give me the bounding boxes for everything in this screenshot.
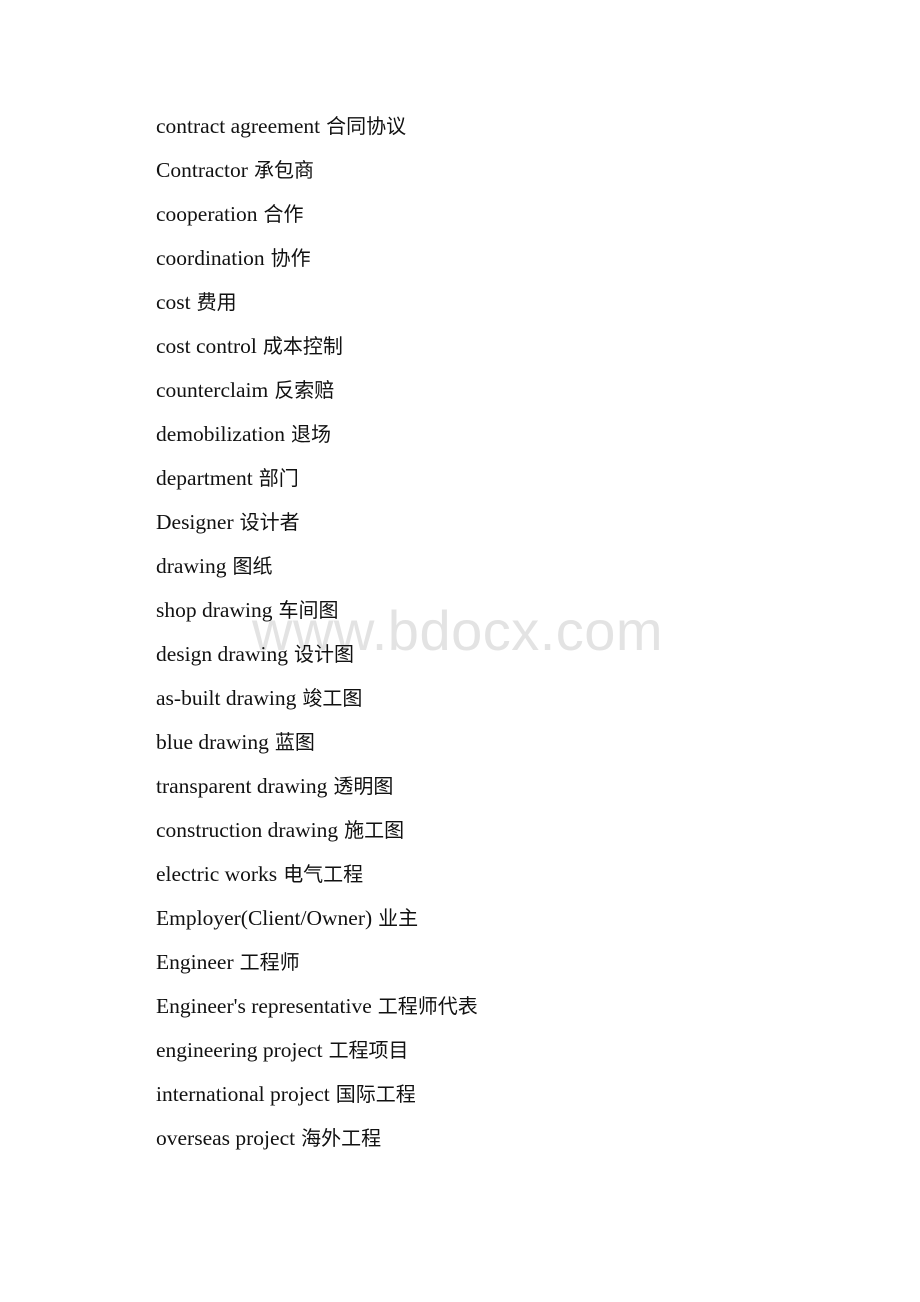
- term-english: shop drawing: [156, 598, 273, 622]
- glossary-entry: international project 国际工程: [156, 1072, 478, 1116]
- term-chinese: 业主: [378, 906, 419, 930]
- term-chinese: 海外工程: [301, 1126, 382, 1150]
- glossary-entry: drawing 图纸: [156, 544, 478, 588]
- term-chinese: 承包商: [253, 158, 314, 182]
- term-english: contract agreement: [156, 114, 321, 138]
- term-chinese: 合作: [263, 202, 304, 226]
- glossary-entry: electric works 电气工程: [156, 852, 478, 896]
- term-english: demobilization: [156, 422, 285, 446]
- term-chinese: 费用: [196, 290, 237, 314]
- term-english: as-built drawing: [156, 686, 297, 710]
- term-english: overseas project: [156, 1126, 296, 1150]
- glossary-entry: overseas project 海外工程: [156, 1116, 478, 1160]
- term-english: construction drawing: [156, 818, 339, 842]
- glossary-entry: engineering project 工程项目: [156, 1028, 478, 1072]
- term-english: cost control: [156, 334, 257, 358]
- term-chinese: 成本控制: [262, 334, 343, 358]
- glossary-entry: cost control 成本控制: [156, 324, 478, 368]
- term-english: Designer: [156, 510, 234, 534]
- glossary-entry: Employer(Client/Owner) 业主: [156, 896, 478, 940]
- glossary-list: contract agreement 合同协议 Contractor 承包商 coo…: [156, 104, 478, 1160]
- term-chinese: 协作: [270, 246, 311, 270]
- glossary-entry: Engineer's representative 工程师代表: [156, 984, 478, 1028]
- term-chinese: 透明图: [333, 774, 394, 798]
- term-english: department: [156, 466, 253, 490]
- glossary-entry: Designer 设计者: [156, 500, 478, 544]
- term-chinese: 国际工程: [335, 1082, 416, 1106]
- glossary-entry: construction drawing 施工图: [156, 808, 478, 852]
- term-chinese: 车间图: [278, 598, 339, 622]
- glossary-entry: Contractor 承包商: [156, 148, 478, 192]
- term-chinese: 部门: [258, 466, 299, 490]
- term-english: Engineer's representative: [156, 994, 372, 1018]
- term-chinese: 图纸: [232, 554, 273, 578]
- document-page: www.bdocx.com contract agreement 合同协议 Con…: [0, 0, 920, 1302]
- glossary-entry: cooperation 合作: [156, 192, 478, 236]
- term-english: international project: [156, 1082, 330, 1106]
- term-chinese: 电气工程: [283, 862, 364, 886]
- term-chinese: 退场: [290, 422, 331, 446]
- glossary-entry: cost 费用: [156, 280, 478, 324]
- term-english: Contractor: [156, 158, 248, 182]
- term-english: drawing: [156, 554, 227, 578]
- term-english: Employer(Client/Owner): [156, 906, 373, 930]
- term-english: Engineer: [156, 950, 234, 974]
- term-english: blue drawing: [156, 730, 269, 754]
- term-chinese: 设计者: [239, 510, 300, 534]
- term-chinese: 施工图: [344, 818, 405, 842]
- glossary-entry: counterclaim 反索赔: [156, 368, 478, 412]
- term-chinese: 工程师代表: [377, 994, 478, 1018]
- glossary-entry: contract agreement 合同协议: [156, 104, 478, 148]
- term-chinese: 合同协议: [326, 114, 407, 138]
- term-chinese: 反索赔: [274, 378, 335, 402]
- term-english: cost: [156, 290, 191, 314]
- glossary-entry: coordination 协作: [156, 236, 478, 280]
- term-english: design drawing: [156, 642, 288, 666]
- glossary-entry: blue drawing 蓝图: [156, 720, 478, 764]
- term-chinese: 工程项目: [328, 1038, 409, 1062]
- term-english: coordination: [156, 246, 265, 270]
- glossary-entry: transparent drawing 透明图: [156, 764, 478, 808]
- glossary-entry: demobilization 退场: [156, 412, 478, 456]
- term-chinese: 竣工图: [302, 686, 363, 710]
- glossary-entry: department 部门: [156, 456, 478, 500]
- term-english: engineering project: [156, 1038, 323, 1062]
- term-english: transparent drawing: [156, 774, 328, 798]
- term-chinese: 蓝图: [274, 730, 315, 754]
- glossary-entry: Engineer 工程师: [156, 940, 478, 984]
- term-english: electric works: [156, 862, 278, 886]
- glossary-entry: design drawing 设计图: [156, 632, 478, 676]
- glossary-entry: shop drawing 车间图: [156, 588, 478, 632]
- term-english: counterclaim: [156, 378, 269, 402]
- term-chinese: 设计图: [293, 642, 354, 666]
- term-english: cooperation: [156, 202, 258, 226]
- term-chinese: 工程师: [239, 950, 300, 974]
- glossary-entry: as-built drawing 竣工图: [156, 676, 478, 720]
